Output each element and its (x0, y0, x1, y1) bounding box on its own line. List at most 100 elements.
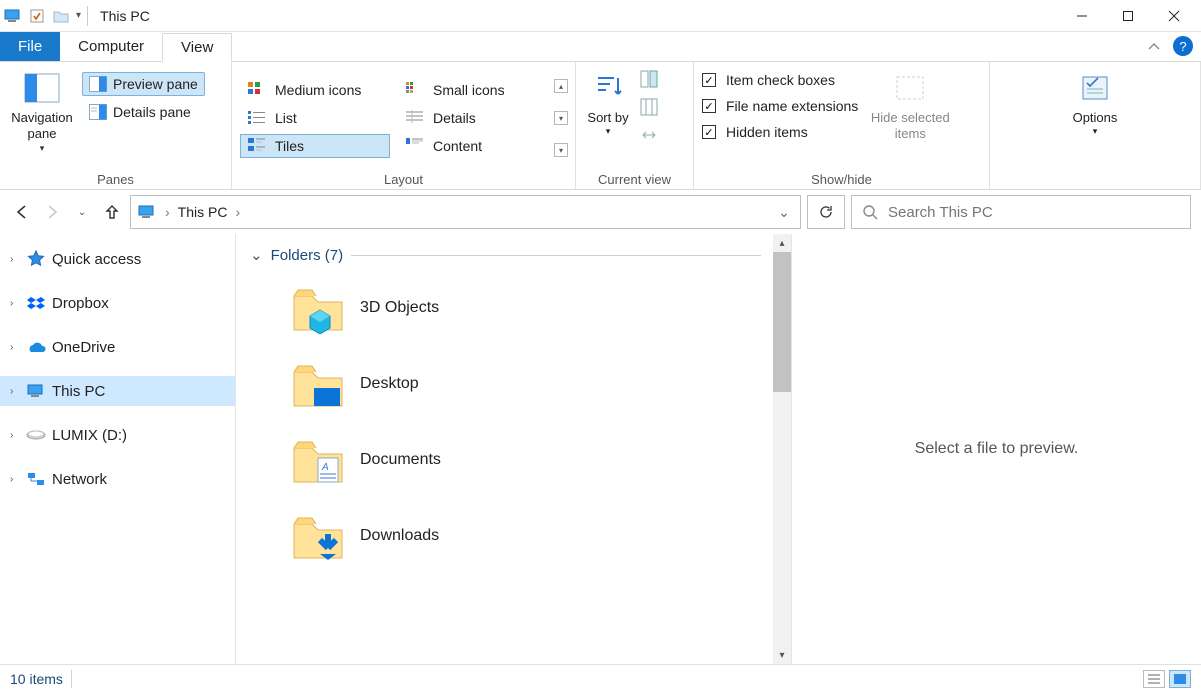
layout-tiles-label: Tiles (275, 138, 304, 154)
sort-by-label: Sort by (587, 110, 628, 126)
tree-label: This PC (52, 383, 105, 400)
folder-desktop[interactable]: Desktop (250, 346, 791, 422)
tree-label: OneDrive (52, 339, 115, 356)
layout-up-icon[interactable]: ▴ (554, 79, 568, 93)
breadcrumb[interactable]: This PC (178, 204, 228, 220)
layout-medium-icons[interactable]: Medium icons (240, 78, 390, 102)
minimize-button[interactable] (1059, 1, 1105, 31)
tab-view[interactable]: View (162, 33, 232, 62)
sort-by-button[interactable]: Sort by ▾ (584, 66, 632, 160)
navigation-pane-button[interactable]: Navigation pane ▾ (8, 66, 76, 160)
window-title: This PC (100, 8, 150, 24)
layout-list-label: List (275, 110, 297, 126)
layout-content[interactable]: Content (398, 134, 548, 158)
medium-icons-icon (247, 81, 267, 99)
navigation-pane-label: Navigation pane (8, 110, 76, 143)
folder-icon[interactable] (52, 7, 70, 25)
folder-3dobjects-icon (290, 280, 346, 336)
chevron-right-icon[interactable]: › (10, 474, 20, 485)
tiles-icon (247, 137, 267, 155)
tree-dropbox[interactable]: › Dropbox (0, 288, 235, 318)
star-icon (26, 250, 46, 268)
tree-this-pc[interactable]: › This PC (0, 376, 235, 406)
preview-pane-label: Preview pane (113, 76, 198, 92)
search-box[interactable] (851, 195, 1191, 229)
layout-medium-label: Medium icons (275, 82, 361, 98)
details-pane-button[interactable]: Details pane (82, 100, 205, 124)
group-label-layout: Layout (240, 170, 567, 187)
group-label-panes: Panes (8, 170, 223, 187)
folder-documents[interactable]: A Documents (250, 422, 791, 498)
scroll-thumb[interactable] (773, 252, 791, 392)
chevron-right-icon[interactable]: › (10, 298, 20, 309)
tab-computer[interactable]: Computer (60, 32, 162, 61)
chevron-right-icon[interactable]: › (10, 386, 20, 397)
layout-down-icon[interactable]: ▾ (554, 111, 568, 125)
content-icon (405, 137, 425, 155)
up-button[interactable] (100, 200, 124, 224)
layout-gallery: Medium icons Small icons List Details Ti… (240, 78, 548, 158)
status-bar: 10 items (0, 664, 1201, 692)
add-columns-button[interactable] (638, 96, 660, 118)
list-icon (247, 109, 267, 127)
folder-3d-objects[interactable]: 3D Objects (250, 270, 791, 346)
ribbon-collapse-icon[interactable] (1139, 32, 1169, 61)
layout-list[interactable]: List (240, 106, 390, 130)
layout-spinner: ▴ ▾ ▾ (554, 77, 568, 159)
small-icons-icon (405, 81, 425, 99)
breadcrumb-separator-icon[interactable]: › (235, 204, 240, 220)
address-bar[interactable]: › This PC › ⌄ (130, 195, 801, 229)
chevron-right-icon[interactable]: › (10, 430, 20, 441)
size-columns-button[interactable] (638, 124, 660, 146)
tree-lumix[interactable]: › LUMIX (D:) (0, 420, 235, 450)
navigation-pane-icon (24, 70, 60, 106)
maximize-button[interactable] (1105, 1, 1151, 31)
tree-network[interactable]: › Network (0, 464, 235, 494)
view-thumbnails-button[interactable] (1169, 670, 1191, 688)
ribbon: Navigation pane ▾ Preview pane Details p… (0, 62, 1201, 190)
chevron-right-icon[interactable]: › (10, 254, 20, 265)
layout-more-icon[interactable]: ▾ (554, 143, 568, 157)
tree-onedrive[interactable]: › OneDrive (0, 332, 235, 362)
search-icon (862, 204, 878, 220)
group-label-empty (998, 170, 1192, 187)
tree-quick-access[interactable]: › Quick access (0, 244, 235, 274)
tab-file[interactable]: File (0, 32, 60, 61)
options-button[interactable]: Options ▾ (1063, 66, 1127, 160)
file-extensions-toggle[interactable]: ✓File name extensions (702, 98, 858, 114)
hide-selected-button[interactable]: Hide selected items (864, 66, 956, 160)
view-details-button[interactable] (1143, 670, 1165, 688)
folder-documents-icon: A (290, 432, 346, 488)
address-dropdown-icon[interactable]: ⌄ (774, 204, 794, 221)
layout-details[interactable]: Details (398, 106, 548, 130)
preview-pane-button[interactable]: Preview pane (82, 72, 205, 96)
layout-details-label: Details (433, 110, 476, 126)
scroll-down-icon[interactable]: ▾ (773, 646, 791, 664)
ribbon-group-options: Options ▾ (990, 62, 1201, 189)
chevron-right-icon[interactable]: › (10, 342, 20, 353)
recent-dropdown-icon[interactable]: ⌄ (70, 200, 94, 224)
help-button[interactable]: ? (1173, 36, 1193, 56)
navigation-tree: › Quick access › Dropbox › OneDrive › Th… (0, 234, 236, 664)
close-button[interactable] (1151, 1, 1197, 31)
layout-small-icons[interactable]: Small icons (398, 78, 548, 102)
layout-tiles[interactable]: Tiles (240, 134, 390, 158)
section-header-folders[interactable]: ⌄ Folders (7) (250, 246, 791, 270)
hidden-items-label: Hidden items (726, 124, 808, 140)
refresh-button[interactable] (807, 195, 845, 229)
vertical-scrollbar[interactable]: ▴ ▾ (773, 234, 791, 664)
folder-downloads[interactable]: Downloads (250, 498, 791, 574)
properties-icon[interactable] (28, 7, 46, 25)
back-button[interactable] (10, 200, 34, 224)
breadcrumb-separator-icon[interactable]: › (165, 204, 170, 220)
group-by-button[interactable] (638, 68, 660, 90)
qat-dropdown-icon[interactable]: ▾ (76, 10, 81, 21)
details-pane-label: Details pane (113, 104, 191, 120)
scroll-up-icon[interactable]: ▴ (773, 234, 791, 252)
search-input[interactable] (888, 204, 1180, 221)
network-icon (26, 470, 46, 488)
hidden-items-toggle[interactable]: ✓Hidden items (702, 124, 858, 140)
forward-button[interactable] (40, 200, 64, 224)
chevron-down-icon[interactable]: ⌄ (250, 246, 263, 264)
item-checkboxes-toggle[interactable]: ✓Item check boxes (702, 72, 858, 88)
